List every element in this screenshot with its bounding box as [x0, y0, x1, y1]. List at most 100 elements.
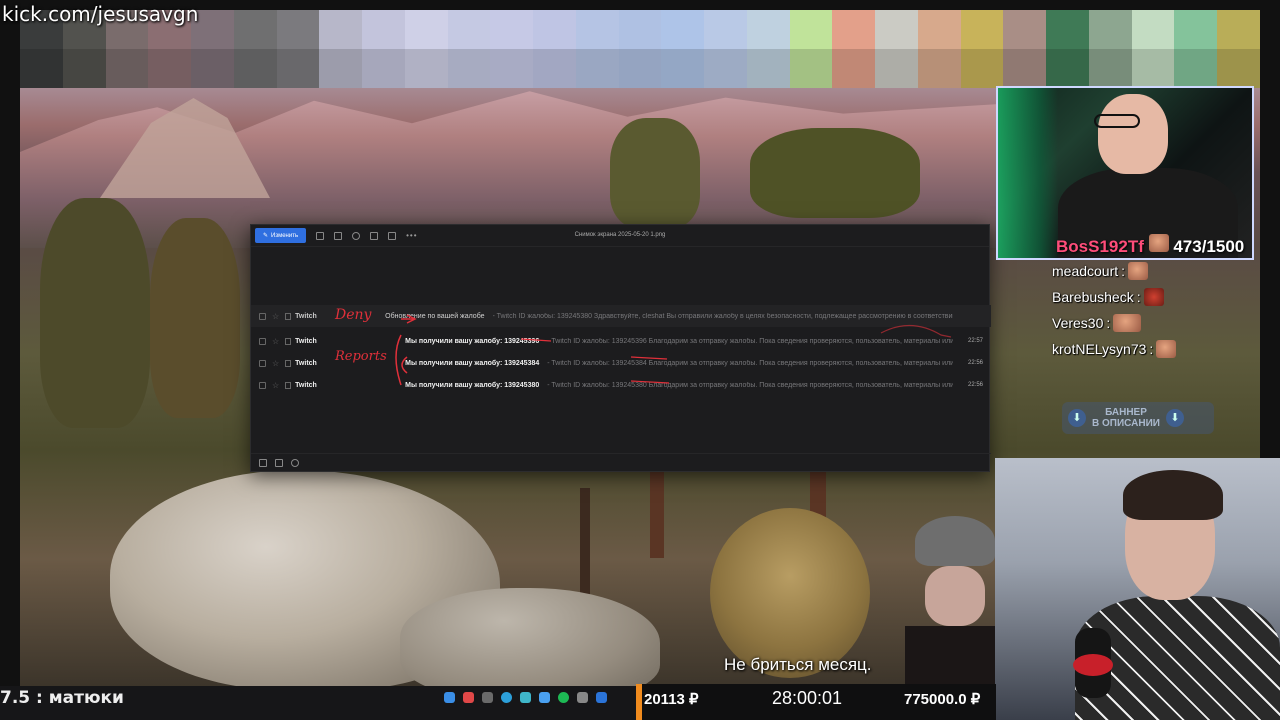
stream-url: kick.com/jesusavgn — [2, 2, 199, 26]
chat-text: : — [1106, 315, 1111, 331]
mosaic-block — [490, 49, 534, 88]
task-view-icon[interactable] — [482, 692, 493, 703]
mosaic-block — [1003, 10, 1047, 49]
message-sender: Twitch — [295, 381, 317, 389]
heart-icon[interactable] — [275, 458, 283, 467]
mosaic-block — [404, 10, 448, 49]
message-row[interactable]: ☆ Twitch Мы получили вашу жалобу: 139245… — [251, 374, 991, 396]
mosaic-block — [1217, 49, 1260, 88]
search-icon[interactable] — [463, 692, 474, 703]
chat-username: meadcourt — [1052, 263, 1119, 279]
emote-icon — [1143, 288, 1164, 306]
banner-line-1: БАННЕР — [1105, 407, 1147, 418]
emote-icon — [1113, 314, 1142, 332]
donation-goal: 775000.0 ₽ — [904, 691, 981, 708]
edit-button[interactable]: ✎ Изменить — [255, 228, 307, 243]
tag-icon[interactable] — [285, 381, 292, 389]
archive-icon[interactable] — [370, 231, 379, 240]
row-checkbox[interactable] — [259, 359, 266, 367]
annotation-reports: Reports — [335, 349, 387, 364]
reactor-webcam — [995, 458, 1280, 720]
tag-icon[interactable] — [285, 359, 292, 367]
chat-text: : — [1121, 263, 1126, 279]
chat-username: Veres30 — [1052, 315, 1104, 331]
banner-line-2: В ОПИСАНИИ — [1092, 418, 1160, 429]
message-subject: Мы получили вашу жалобу: 139245384 — [405, 359, 540, 367]
donation-total: 20113 ₽ — [644, 691, 699, 708]
trash-icon[interactable] — [334, 231, 343, 240]
mosaic-block — [1088, 10, 1132, 49]
message-sender: Twitch — [295, 312, 317, 320]
refresh-icon[interactable] — [352, 231, 361, 240]
row-checkbox[interactable] — [259, 312, 266, 320]
mosaic-block — [746, 49, 790, 88]
row-checkbox[interactable] — [259, 337, 266, 345]
layout-icon[interactable] — [259, 458, 267, 467]
arrow-down-icon: ⬇ — [1165, 409, 1184, 427]
glasses — [1094, 114, 1140, 128]
mosaic-block — [704, 10, 747, 49]
mosaic-block — [362, 49, 405, 88]
mail-client-window: ✎ Изменить ••• Снимок экрана 2025-05-20 … — [250, 224, 991, 472]
mosaic-block — [661, 10, 705, 49]
shrub — [710, 508, 870, 678]
mosaic-block — [533, 10, 576, 49]
spotify-icon[interactable] — [558, 692, 569, 703]
pine-tree — [610, 118, 700, 228]
message-sender: Twitch — [295, 337, 317, 345]
edit-button-label: Изменить — [271, 232, 299, 239]
mosaic-block — [1046, 49, 1089, 88]
mosaic-block — [1131, 49, 1175, 88]
mosaic-block — [1174, 10, 1218, 49]
chat-username: Barebusheck — [1052, 289, 1134, 305]
mosaic-block — [1003, 49, 1047, 88]
chat-message: Veres30 : — [1052, 314, 1142, 332]
app-icon[interactable] — [577, 692, 588, 703]
mosaic-block — [704, 49, 747, 88]
stats-accent — [636, 684, 642, 720]
mosaic-block — [575, 10, 619, 49]
chat-text: : — [1136, 289, 1141, 305]
browser-icon[interactable] — [501, 692, 512, 703]
chat-message: meadcourt : — [1052, 262, 1149, 280]
star-icon[interactable]: ☆ — [272, 337, 279, 346]
mosaic-block — [404, 49, 448, 88]
mosaic-block — [105, 49, 149, 88]
mosaic-block — [960, 49, 1004, 88]
banner-text: БАННЕР В ОПИСАНИИ — [1092, 407, 1160, 429]
mosaic-block — [789, 10, 833, 49]
message-preview: - Twitch ID жалобы: 139245380 Здравствуй… — [492, 312, 953, 320]
mosaic-block — [276, 49, 320, 88]
pin-icon[interactable] — [316, 231, 325, 240]
app-icon[interactable] — [539, 692, 550, 703]
mosaic-block — [960, 10, 1004, 49]
mosaic-block — [1131, 10, 1175, 49]
mosaic-block — [661, 49, 705, 88]
folder-icon[interactable] — [388, 231, 397, 240]
globe-icon[interactable] — [291, 458, 299, 467]
tag-icon[interactable] — [285, 337, 292, 345]
row-checkbox[interactable] — [259, 381, 266, 389]
mosaic-block — [447, 49, 491, 88]
start-icon[interactable] — [444, 692, 455, 703]
pixelated-tab-strip — [20, 10, 1260, 88]
person-face — [925, 566, 985, 626]
app-icon[interactable] — [520, 692, 531, 703]
star-icon[interactable]: ☆ — [272, 312, 279, 321]
tag-icon[interactable] — [285, 312, 292, 320]
mosaic-block — [62, 49, 106, 88]
ellipsis-icon[interactable]: ••• — [406, 231, 417, 240]
emote-icon — [1128, 262, 1149, 280]
message-subject: Мы получили вашу жалобу: 139245380 — [405, 381, 540, 389]
star-icon[interactable]: ☆ — [272, 359, 279, 368]
message-date: 22:56 — [967, 382, 983, 388]
tree-trunk — [580, 488, 590, 608]
mosaic-block — [319, 10, 363, 49]
message-preview: - Twitch ID жалобы: 139245396 Благодарим… — [547, 337, 953, 345]
mosaic-block — [233, 10, 277, 49]
mic-windscreen — [1073, 654, 1113, 676]
app-icon[interactable] — [596, 692, 607, 703]
star-icon[interactable]: ☆ — [272, 381, 279, 390]
mosaic-block — [20, 49, 63, 88]
mosaic-block — [575, 49, 619, 88]
